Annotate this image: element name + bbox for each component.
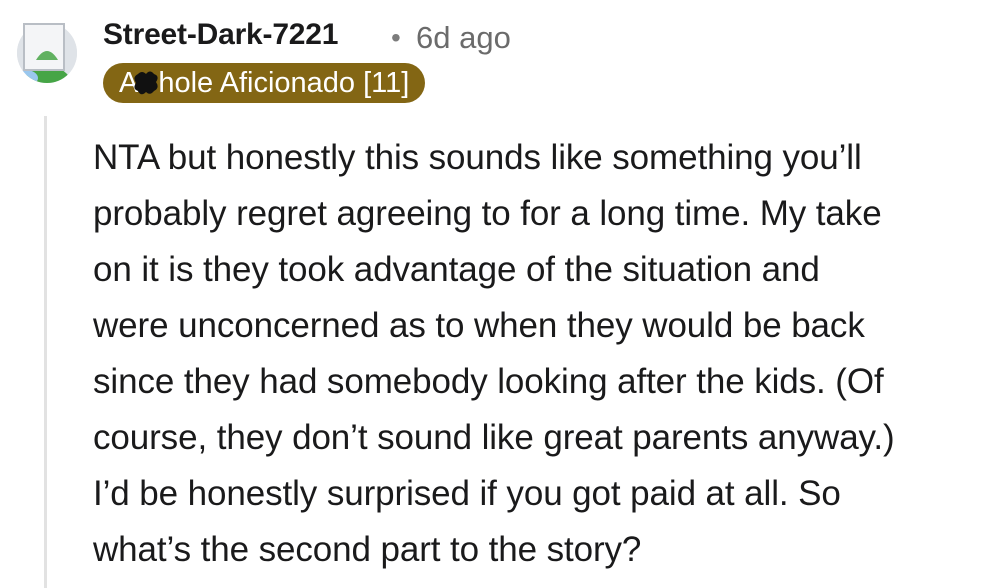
comment-body-line: I’d be honestly surprised if you got pai… bbox=[93, 474, 841, 513]
meta-separator: • bbox=[391, 22, 401, 53]
comment-body-line: were unconcerned as to when they would b… bbox=[93, 306, 865, 345]
comment-body-line: NTA but honestly this sounds like someth… bbox=[93, 138, 862, 177]
user-avatar-icon[interactable] bbox=[14, 16, 80, 86]
comment-body-line: what’s the second part to the story? bbox=[93, 530, 642, 569]
user-flair-badge: Ahole Aficionado [11] bbox=[103, 63, 426, 103]
comment-body-line: since they had somebody looking after th… bbox=[93, 362, 884, 401]
comment-author[interactable]: Street-Dark-7221 bbox=[103, 18, 338, 52]
comment: Street-Dark-7221 • 6d ago Ahole Aficiona… bbox=[0, 0, 1000, 588]
flair-text-suffix: hole Aficionado [11] bbox=[158, 67, 410, 99]
comment-body-line: course, they don’t sound like great pare… bbox=[93, 418, 895, 457]
thread-collapse-line[interactable] bbox=[44, 116, 47, 588]
comment-body: NTA but honestly this sounds like someth… bbox=[93, 130, 993, 578]
comment-body-line: probably regret agreeing to for a long t… bbox=[93, 194, 882, 233]
comment-timestamp[interactable]: 6d ago bbox=[416, 20, 511, 56]
redaction-blob-icon bbox=[132, 67, 160, 95]
comment-body-line: on it is they took advantage of the situ… bbox=[93, 250, 820, 289]
